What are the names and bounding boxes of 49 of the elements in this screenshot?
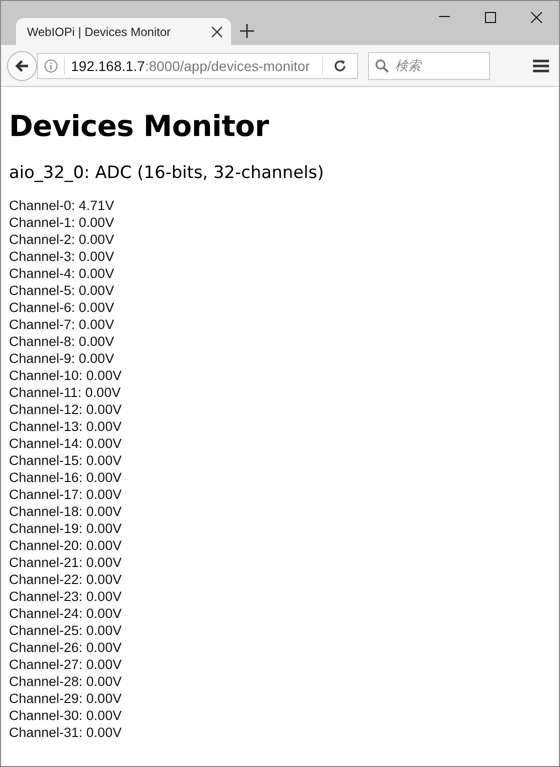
new-tab-icon[interactable]: [240, 24, 254, 38]
channel-reading: Channel-17: 0.00V: [9, 486, 123, 503]
channel-reading: Channel-31: 0.00V: [9, 724, 123, 741]
channel-reading: Channel-20: 0.00V: [9, 537, 123, 554]
channel-reading: Channel-19: 0.00V: [9, 520, 123, 537]
channel-reading: Channel-3: 0.00V: [9, 248, 116, 265]
reload-icon[interactable]: [332, 58, 347, 72]
maximize-icon[interactable]: [484, 12, 496, 22]
channel-reading: Channel-0: 4.71V: [9, 197, 116, 214]
search-icon: [374, 58, 389, 72]
info-icon[interactable]: [44, 58, 58, 72]
close-icon[interactable]: [211, 26, 223, 38]
back-arrow-icon: [15, 58, 29, 72]
channel-reading: Channel-18: 0.00V: [9, 503, 123, 520]
channel-reading: Channel-28: 0.00V: [9, 673, 123, 690]
channel-reading: Channel-6: 0.00V: [9, 299, 116, 316]
search-field[interactable]: 検索: [368, 52, 490, 80]
channel-reading: Channel-1: 0.00V: [9, 214, 116, 231]
back-button[interactable]: [7, 50, 37, 80]
channel-reading: Channel-2: 0.00V: [9, 231, 116, 248]
channel-reading: Channel-14: 0.00V: [9, 435, 123, 452]
channel-reading: Channel-25: 0.00V: [9, 622, 123, 639]
browser-tab[interactable]: WebIOPi | Devices Monitor: [16, 18, 231, 45]
channel-reading: Channel-5: 0.00V: [9, 282, 116, 299]
channel-reading: Channel-4: 0.00V: [9, 265, 116, 282]
channel-reading: Channel-13: 0.00V: [9, 418, 123, 435]
channel-reading: Channel-29: 0.00V: [9, 690, 123, 707]
close-icon[interactable]: [530, 12, 542, 22]
device-title: aio_32_0: ADC (16-bits, 32-channels): [9, 163, 325, 183]
channel-reading: Channel-9: 0.00V: [9, 350, 116, 367]
channel-reading: Channel-12: 0.00V: [9, 401, 123, 418]
menu-icon[interactable]: [533, 58, 549, 72]
channel-reading: Channel-7: 0.00V: [9, 316, 116, 333]
minimize-icon[interactable]: [438, 16, 450, 18]
channel-reading: Channel-27: 0.00V: [9, 656, 123, 673]
channel-reading: Channel-22: 0.00V: [9, 571, 123, 588]
url-text: 192.168.1.7:8000/app/devices-monitor: [71, 58, 310, 74]
channel-reading: Channel-15: 0.00V: [9, 452, 123, 469]
channel-reading: Channel-23: 0.00V: [9, 588, 123, 605]
channel-reading: Channel-10: 0.00V: [9, 367, 123, 384]
address-bar[interactable]: 192.168.1.7:8000/app/devices-monitor: [37, 52, 358, 78]
channel-reading: Channel-30: 0.00V: [9, 707, 123, 724]
page-heading: Devices Monitor: [9, 109, 270, 143]
channel-reading: Channel-16: 0.00V: [9, 469, 123, 486]
channel-reading: Channel-11: 0.00V: [9, 384, 122, 401]
channel-reading: Channel-24: 0.00V: [9, 605, 123, 622]
channel-reading: Channel-8: 0.00V: [9, 333, 116, 350]
channel-reading: Channel-21: 0.00V: [9, 554, 123, 571]
channel-reading: Channel-26: 0.00V: [9, 639, 123, 656]
